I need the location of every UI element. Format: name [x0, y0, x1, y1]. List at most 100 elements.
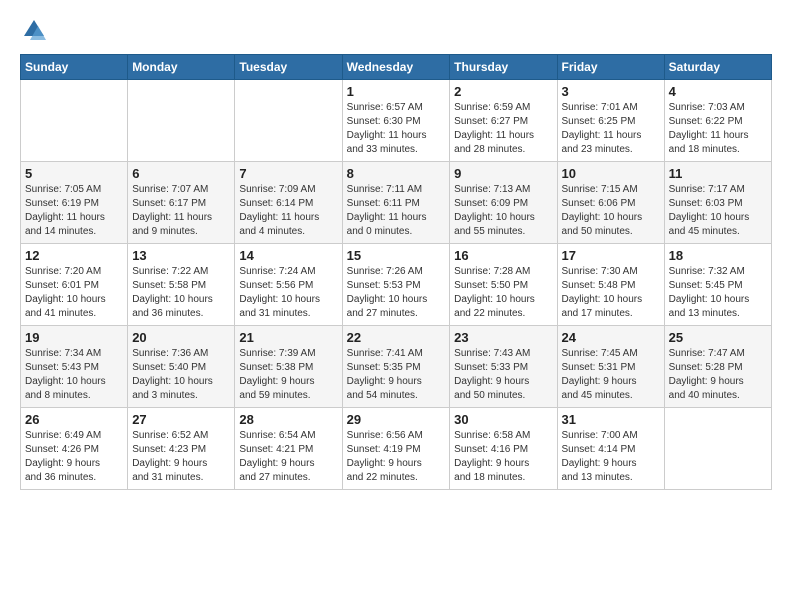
- day-number: 3: [562, 84, 660, 99]
- calendar-cell: 1 Sunrise: 6:57 AM Sunset: 6:30 PM Daylig…: [342, 80, 450, 162]
- day-info: Sunrise: 7:28 AM Sunset: 5:50 PM Dayligh…: [454, 265, 552, 321]
- calendar-cell: 5 Sunrise: 7:05 AM Sunset: 6:19 PM Daylig…: [21, 162, 128, 244]
- day-info: Sunrise: 6:57 AM Sunset: 6:30 PM Dayligh…: [347, 101, 446, 157]
- day-info: Sunrise: 7:36 AM Sunset: 5:40 PM Dayligh…: [132, 347, 230, 403]
- day-number: 7: [239, 166, 337, 181]
- day-number: 16: [454, 248, 552, 263]
- weekday-header-tuesday: Tuesday: [235, 55, 342, 80]
- calendar-cell: 17Sunrise: 7:30 AM Sunset: 5:48 PM Dayli…: [557, 244, 664, 326]
- calendar-cell: 19Sunrise: 7:34 AM Sunset: 5:43 PM Dayli…: [21, 326, 128, 408]
- calendar-cell: 12 Sunrise: 7:20 AM Sunset: 6:01 PM Dayli…: [21, 244, 128, 326]
- calendar-week-row: 19Sunrise: 7:34 AM Sunset: 5:43 PM Dayli…: [21, 326, 772, 408]
- day-info: Sunrise: 6:54 AM Sunset: 4:21 PM Dayligh…: [239, 429, 337, 485]
- day-info: Sunrise: 7:05 AM Sunset: 6:19 PM Dayligh…: [25, 183, 123, 239]
- day-number: 5: [25, 166, 123, 181]
- day-info: Sunrise: 7:32 AM Sunset: 5:45 PM Dayligh…: [669, 265, 767, 321]
- calendar-cell: 26Sunrise: 6:49 AM Sunset: 4:26 PM Dayli…: [21, 408, 128, 490]
- day-number: 26: [25, 412, 123, 427]
- calendar-cell: 30Sunrise: 6:58 AM Sunset: 4:16 PM Dayli…: [450, 408, 557, 490]
- header: [20, 16, 772, 44]
- calendar-cell: 28 Sunrise: 6:54 AM Sunset: 4:21 PM Dayli…: [235, 408, 342, 490]
- day-info: Sunrise: 7:39 AM Sunset: 5:38 PM Dayligh…: [239, 347, 337, 403]
- day-number: 28: [239, 412, 337, 427]
- day-number: 2: [454, 84, 552, 99]
- day-info: Sunrise: 7:47 AM Sunset: 5:28 PM Dayligh…: [669, 347, 767, 403]
- day-number: 29: [347, 412, 446, 427]
- calendar-cell: 10 Sunrise: 7:15 AM Sunset: 6:06 PM Dayli…: [557, 162, 664, 244]
- day-number: 31: [562, 412, 660, 427]
- calendar-cell: 31 Sunrise: 7:00 AM Sunset: 4:14 PM Dayli…: [557, 408, 664, 490]
- calendar-header-row: SundayMondayTuesdayWednesdayThursdayFrid…: [21, 55, 772, 80]
- day-info: Sunrise: 7:03 AM Sunset: 6:22 PM Dayligh…: [669, 101, 767, 157]
- day-number: 11: [669, 166, 767, 181]
- day-info: Sunrise: 7:20 AM Sunset: 6:01 PM Dayligh…: [25, 265, 123, 321]
- calendar-cell: [21, 80, 128, 162]
- day-number: 9: [454, 166, 552, 181]
- day-number: 10: [562, 166, 660, 181]
- weekday-header-wednesday: Wednesday: [342, 55, 450, 80]
- day-info: Sunrise: 6:52 AM Sunset: 4:23 PM Dayligh…: [132, 429, 230, 485]
- weekday-header-sunday: Sunday: [21, 55, 128, 80]
- day-number: 8: [347, 166, 446, 181]
- calendar-cell: 9Sunrise: 7:13 AM Sunset: 6:09 PM Daylig…: [450, 162, 557, 244]
- day-info: Sunrise: 7:22 AM Sunset: 5:58 PM Dayligh…: [132, 265, 230, 321]
- day-number: 6: [132, 166, 230, 181]
- day-info: Sunrise: 7:43 AM Sunset: 5:33 PM Dayligh…: [454, 347, 552, 403]
- calendar-cell: 13 Sunrise: 7:22 AM Sunset: 5:58 PM Dayli…: [128, 244, 235, 326]
- calendar-cell: 23 Sunrise: 7:43 AM Sunset: 5:33 PM Dayli…: [450, 326, 557, 408]
- day-number: 18: [669, 248, 767, 263]
- day-info: Sunrise: 7:34 AM Sunset: 5:43 PM Dayligh…: [25, 347, 123, 403]
- calendar-cell: 6Sunrise: 7:07 AM Sunset: 6:17 PM Daylig…: [128, 162, 235, 244]
- calendar-cell: 2 Sunrise: 6:59 AM Sunset: 6:27 PM Daylig…: [450, 80, 557, 162]
- day-info: Sunrise: 7:11 AM Sunset: 6:11 PM Dayligh…: [347, 183, 446, 239]
- calendar-cell: 27 Sunrise: 6:52 AM Sunset: 4:23 PM Dayli…: [128, 408, 235, 490]
- day-number: 30: [454, 412, 552, 427]
- calendar-cell: 11 Sunrise: 7:17 AM Sunset: 6:03 PM Dayli…: [664, 162, 771, 244]
- day-number: 13: [132, 248, 230, 263]
- day-number: 12: [25, 248, 123, 263]
- calendar-cell: 24Sunrise: 7:45 AM Sunset: 5:31 PM Dayli…: [557, 326, 664, 408]
- day-number: 4: [669, 84, 767, 99]
- calendar-cell: [235, 80, 342, 162]
- calendar-cell: [128, 80, 235, 162]
- calendar-cell: [664, 408, 771, 490]
- day-info: Sunrise: 7:15 AM Sunset: 6:06 PM Dayligh…: [562, 183, 660, 239]
- page: SundayMondayTuesdayWednesdayThursdayFrid…: [0, 0, 792, 506]
- calendar-cell: 15Sunrise: 7:26 AM Sunset: 5:53 PM Dayli…: [342, 244, 450, 326]
- day-info: Sunrise: 7:26 AM Sunset: 5:53 PM Dayligh…: [347, 265, 446, 321]
- calendar-cell: 14 Sunrise: 7:24 AM Sunset: 5:56 PM Dayli…: [235, 244, 342, 326]
- calendar-cell: 20Sunrise: 7:36 AM Sunset: 5:40 PM Dayli…: [128, 326, 235, 408]
- day-number: 17: [562, 248, 660, 263]
- day-number: 25: [669, 330, 767, 345]
- day-info: Sunrise: 7:24 AM Sunset: 5:56 PM Dayligh…: [239, 265, 337, 321]
- calendar-cell: 18 Sunrise: 7:32 AM Sunset: 5:45 PM Dayli…: [664, 244, 771, 326]
- logo: [20, 16, 52, 44]
- day-number: 22: [347, 330, 446, 345]
- weekday-header-thursday: Thursday: [450, 55, 557, 80]
- logo-icon: [20, 16, 48, 44]
- calendar-cell: 29 Sunrise: 6:56 AM Sunset: 4:19 PM Dayli…: [342, 408, 450, 490]
- calendar-cell: 22 Sunrise: 7:41 AM Sunset: 5:35 PM Dayli…: [342, 326, 450, 408]
- day-number: 1: [347, 84, 446, 99]
- calendar-cell: 7Sunrise: 7:09 AM Sunset: 6:14 PM Daylig…: [235, 162, 342, 244]
- calendar-cell: 3 Sunrise: 7:01 AM Sunset: 6:25 PM Daylig…: [557, 80, 664, 162]
- weekday-header-friday: Friday: [557, 55, 664, 80]
- calendar-cell: 16 Sunrise: 7:28 AM Sunset: 5:50 PM Dayli…: [450, 244, 557, 326]
- calendar-week-row: 12 Sunrise: 7:20 AM Sunset: 6:01 PM Dayli…: [21, 244, 772, 326]
- day-info: Sunrise: 7:41 AM Sunset: 5:35 PM Dayligh…: [347, 347, 446, 403]
- day-number: 14: [239, 248, 337, 263]
- weekday-header-monday: Monday: [128, 55, 235, 80]
- day-info: Sunrise: 7:00 AM Sunset: 4:14 PM Dayligh…: [562, 429, 660, 485]
- day-number: 21: [239, 330, 337, 345]
- calendar-cell: 8 Sunrise: 7:11 AM Sunset: 6:11 PM Daylig…: [342, 162, 450, 244]
- weekday-header-saturday: Saturday: [664, 55, 771, 80]
- day-info: Sunrise: 7:01 AM Sunset: 6:25 PM Dayligh…: [562, 101, 660, 157]
- day-number: 23: [454, 330, 552, 345]
- day-number: 27: [132, 412, 230, 427]
- day-info: Sunrise: 6:59 AM Sunset: 6:27 PM Dayligh…: [454, 101, 552, 157]
- calendar-cell: 4 Sunrise: 7:03 AM Sunset: 6:22 PM Daylig…: [664, 80, 771, 162]
- calendar-week-row: 1 Sunrise: 6:57 AM Sunset: 6:30 PM Daylig…: [21, 80, 772, 162]
- day-info: Sunrise: 7:17 AM Sunset: 6:03 PM Dayligh…: [669, 183, 767, 239]
- day-number: 24: [562, 330, 660, 345]
- day-info: Sunrise: 6:56 AM Sunset: 4:19 PM Dayligh…: [347, 429, 446, 485]
